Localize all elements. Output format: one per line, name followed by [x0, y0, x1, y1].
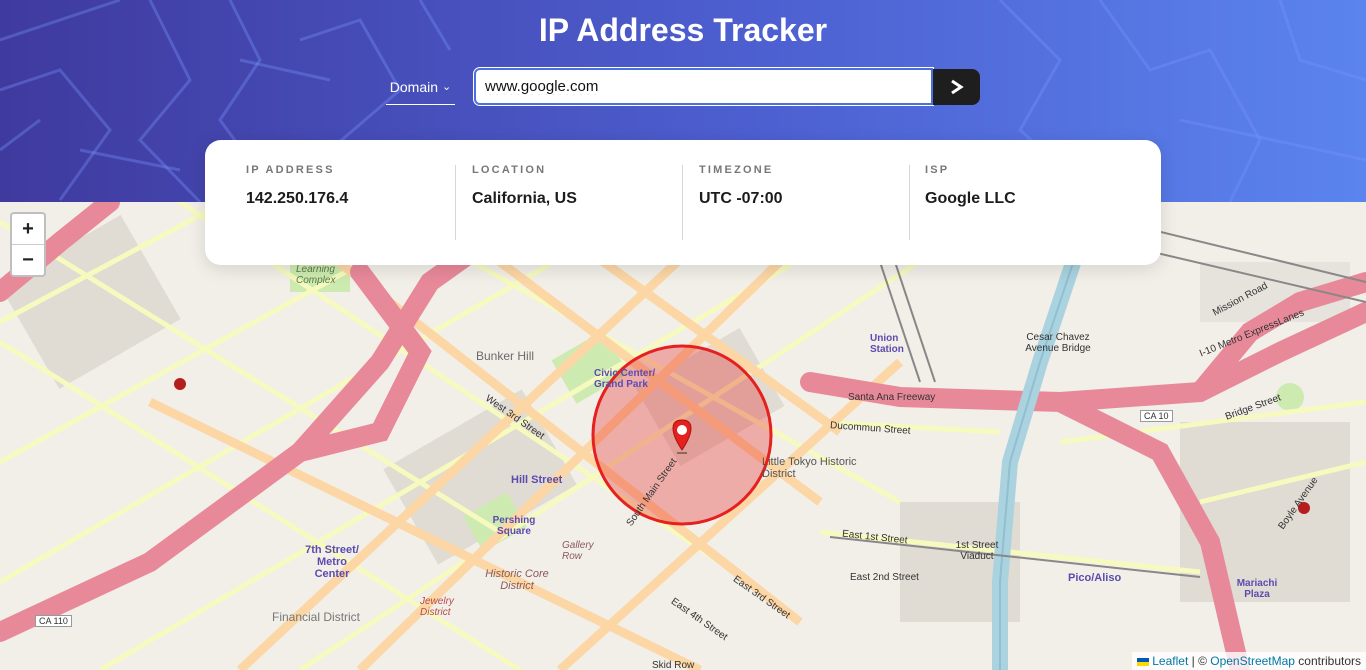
- isp-value: Google LLC: [925, 190, 1016, 207]
- map-label: Learning Complex: [296, 264, 336, 286]
- map-label: Jewelry District: [420, 596, 454, 618]
- zoom-in-button[interactable]: +: [12, 214, 44, 244]
- map-label: Skid Row: [652, 660, 695, 670]
- search-type-select[interactable]: Domain ⌄: [386, 70, 455, 105]
- chevron-down-icon: ⌄: [442, 80, 452, 93]
- map-label: Union Station: [870, 333, 904, 355]
- timezone-value: UTC -07:00: [699, 190, 783, 207]
- map-label: 1st Street Viaduct: [955, 540, 999, 562]
- timezone-info: TIMEZONE UTC -07:00: [699, 164, 783, 240]
- divider: [455, 165, 456, 240]
- arrow-right-icon: [950, 79, 964, 95]
- isp-info: ISP Google LLC: [925, 164, 1016, 240]
- location-value: California, US: [472, 190, 577, 207]
- isp-label: ISP: [925, 164, 950, 176]
- map-label: Financial District: [272, 610, 361, 624]
- zoom-out-button[interactable]: −: [12, 244, 44, 275]
- map-label: Santa Ana Freeway: [848, 392, 936, 403]
- osm-link[interactable]: OpenStreetMap: [1210, 654, 1295, 668]
- map-label: Civic Center/ Grand Park: [594, 368, 656, 390]
- leaflet-link[interactable]: Leaflet: [1152, 654, 1188, 668]
- location-label: LOCATION: [472, 164, 547, 176]
- zoom-control: + −: [10, 212, 46, 277]
- map-label: Pershing Square: [492, 515, 536, 537]
- divider: [682, 165, 683, 240]
- map-label: Gallery Row: [562, 540, 594, 562]
- map-label: Little Tokyo Historic District: [762, 456, 857, 480]
- ukraine-flag-icon: [1137, 657, 1150, 666]
- map-label: Pico/Aliso: [1068, 572, 1122, 584]
- divider: [909, 165, 910, 240]
- location-info: LOCATION California, US: [472, 164, 577, 240]
- submit-button[interactable]: [933, 69, 980, 105]
- map[interactable]: Bunker Hill Civic Center/ Grand Park Uni…: [0, 202, 1366, 670]
- ip-info: IP ADDRESS 142.250.176.4: [246, 164, 348, 240]
- ip-value: 142.250.176.4: [246, 190, 349, 207]
- highway-shield: CA 110: [35, 615, 72, 627]
- highway-shield: CA 10: [1140, 410, 1173, 422]
- map-attribution: Leaflet | © OpenStreetMap contributors: [1132, 652, 1366, 670]
- map-tiles[interactable]: [0, 202, 1366, 670]
- map-label: Mariachi Plaza: [1236, 578, 1278, 600]
- page-title: IP Address Tracker: [538, 12, 828, 48]
- map-label: 7th Street/ Metro Center: [305, 544, 359, 580]
- attribution-suffix: contributors: [1294, 654, 1361, 668]
- search-type-label: Domain: [389, 79, 439, 95]
- map-label: Bunker Hill: [476, 349, 535, 363]
- timezone-label: TIMEZONE: [699, 164, 774, 176]
- map-label: East 2nd Street: [850, 572, 919, 583]
- search-input[interactable]: [473, 67, 934, 106]
- map-label: Historic Core District: [485, 568, 549, 592]
- info-card: IP ADDRESS 142.250.176.4 LOCATION Califo…: [205, 140, 1161, 265]
- map-label: Hill Street: [511, 474, 563, 486]
- map-label: Cesar Chavez Avenue Bridge: [1025, 332, 1091, 354]
- ip-label: IP ADDRESS: [246, 164, 335, 176]
- attribution-separator: | ©: [1188, 654, 1211, 668]
